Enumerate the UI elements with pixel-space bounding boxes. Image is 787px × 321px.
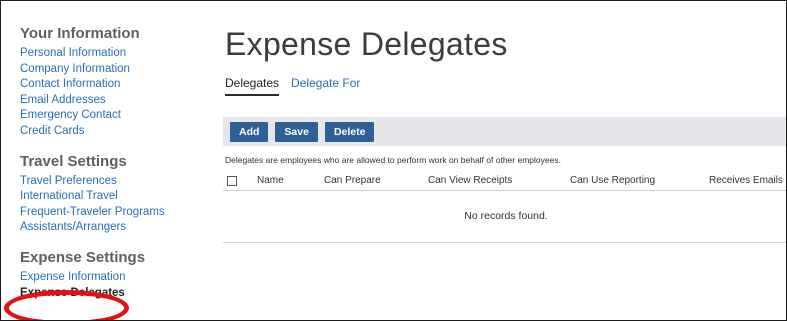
sidebar-item-travel-preferences[interactable]: Travel Preferences: [20, 174, 210, 190]
sidebar-item-emergency-contact[interactable]: Emergency Contact: [20, 108, 210, 124]
empty-table-message: No records found.: [464, 210, 548, 222]
column-header-can-prepare[interactable]: Can Prepare: [324, 175, 381, 186]
sidebar-section-title: Expense Settings: [20, 248, 146, 266]
table-header: Name Can Prepare Can View Receipts Can U…: [223, 171, 786, 191]
sidebar-section-title: Your Information: [20, 25, 140, 42]
sidebar: Your Information Personal Information Co…: [20, 25, 210, 314]
sidebar-item-assistants-arrangers[interactable]: Assistants/Arrangers: [20, 220, 210, 236]
app-frame: Your Information Personal Information Co…: [0, 0, 787, 321]
column-header-name[interactable]: Name: [257, 175, 284, 186]
tab-delegate-for[interactable]: Delegate For: [291, 76, 360, 96]
sidebar-item-international-travel[interactable]: International Travel: [20, 189, 210, 205]
sidebar-section-travel-settings: Travel Settings Travel Preferences Inter…: [20, 153, 210, 236]
sidebar-item-frequent-traveler-programs[interactable]: Frequent-Traveler Programs: [20, 205, 210, 221]
sidebar-item-credit-cards[interactable]: Credit Cards: [20, 124, 210, 140]
column-header-can-use-reporting[interactable]: Can Use Reporting: [570, 175, 655, 186]
sidebar-section-expense-settings: Expense Settings Expense Information Exp…: [20, 249, 210, 301]
sidebar-item-expense-information[interactable]: Expense Information: [20, 270, 210, 286]
column-header-can-view-receipts[interactable]: Can View Receipts: [428, 175, 512, 186]
add-button[interactable]: Add: [230, 121, 269, 142]
page-title: Expense Delegates: [225, 26, 508, 62]
toolbar: Add Save Delete: [223, 117, 786, 146]
delegates-description: Delegates are employees who are allowed …: [225, 155, 561, 165]
tab-delegates[interactable]: Delegates: [225, 76, 280, 96]
main-content: Expense Delegates Delegates Delegate For…: [223, 1, 786, 320]
sidebar-item-company-information[interactable]: Company Information: [20, 62, 210, 78]
delete-button[interactable]: Delete: [324, 121, 375, 142]
table-bottom-divider: [223, 242, 786, 243]
sidebar-item-email-addresses[interactable]: Email Addresses: [20, 93, 210, 109]
sidebar-item-expense-delegates[interactable]: Expense Delegates: [20, 286, 210, 302]
sidebar-section-title: Travel Settings: [20, 152, 127, 170]
tab-bar: Delegates Delegate For: [225, 76, 360, 96]
save-button[interactable]: Save: [275, 121, 318, 142]
sidebar-item-contact-information[interactable]: Contact Information: [20, 77, 210, 93]
column-header-receives-emails[interactable]: Receives Emails: [709, 175, 783, 186]
sidebar-item-personal-information[interactable]: Personal Information: [20, 46, 210, 62]
sidebar-section-your-information: Your Information Personal Information Co…: [20, 25, 210, 140]
select-all-checkbox[interactable]: [227, 176, 237, 186]
